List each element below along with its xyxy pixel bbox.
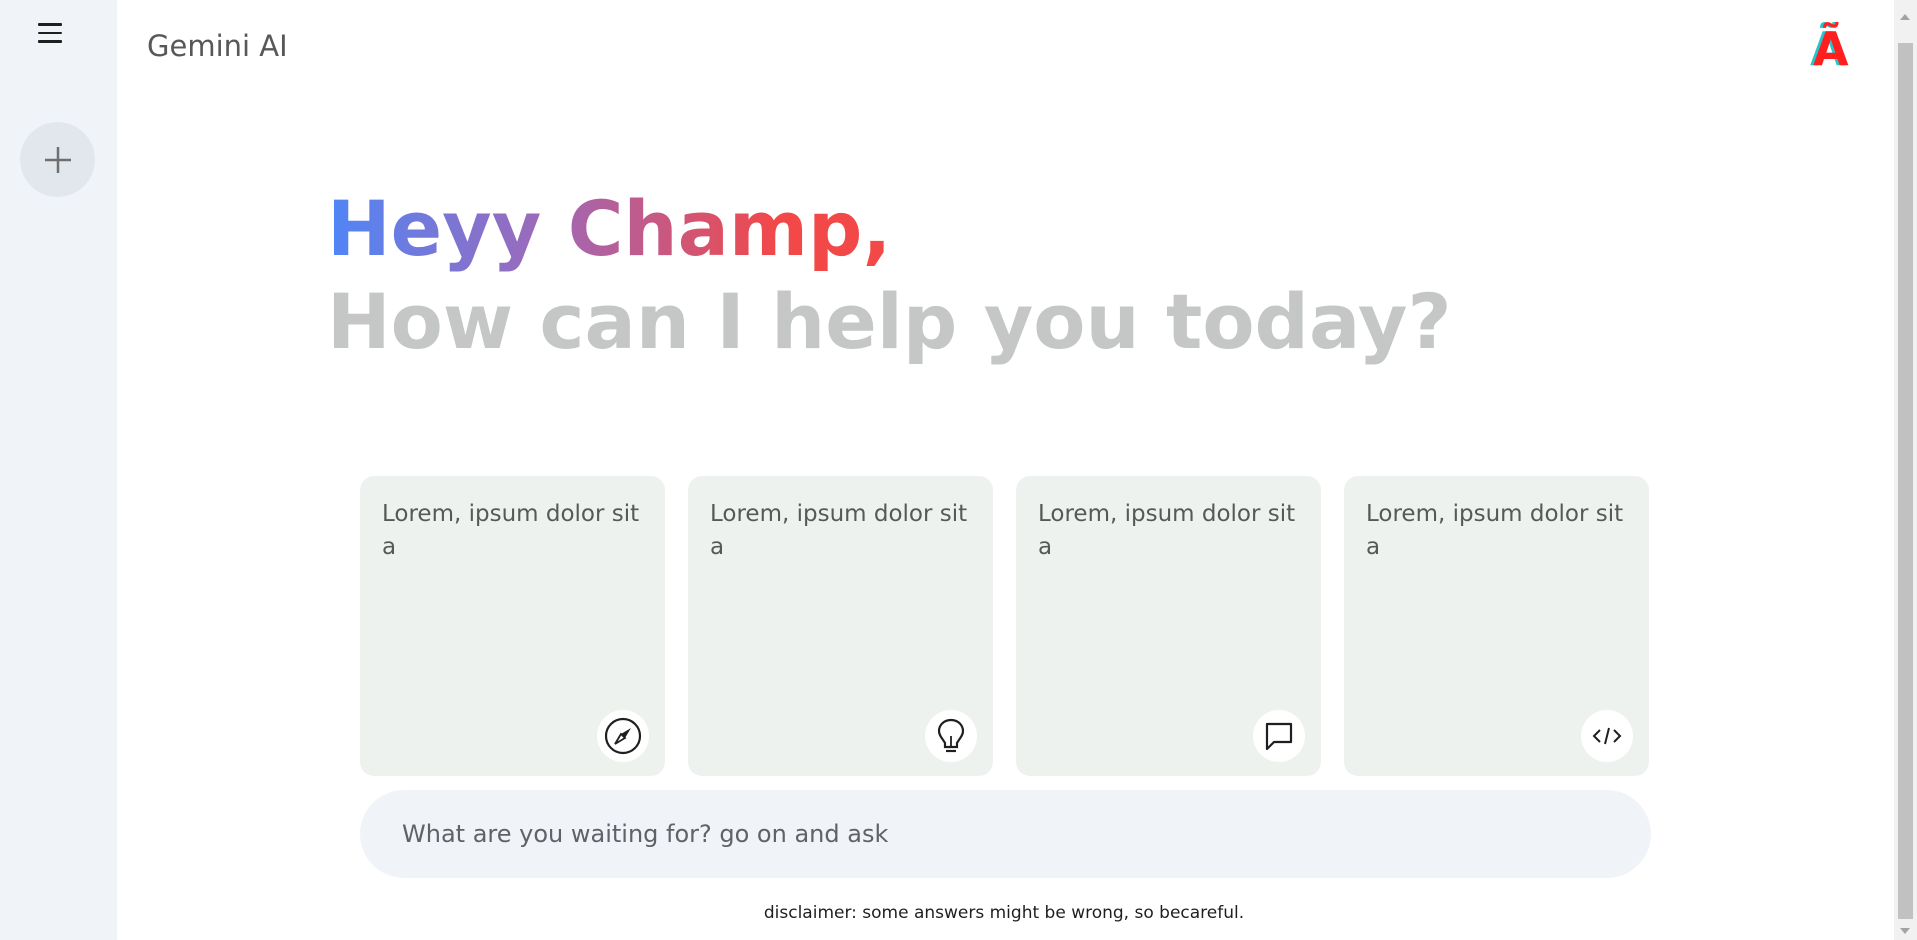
prompt-bar [360, 790, 1651, 878]
menu-icon-bar [38, 31, 62, 35]
bulb-icon [937, 718, 965, 753]
card-icon-wrap [1581, 710, 1633, 762]
code-icon [1592, 727, 1622, 745]
suggestion-cards: Lorem, ipsum dolor sit a Lorem, ipsum do… [360, 476, 1651, 776]
suggestion-card[interactable]: Lorem, ipsum dolor sit a [1344, 476, 1649, 776]
suggestion-card[interactable]: Lorem, ipsum dolor sit a [360, 476, 665, 776]
card-text: Lorem, ipsum dolor sit a [382, 501, 640, 561]
message-icon [1265, 722, 1293, 751]
scroll-thumb[interactable] [1898, 43, 1913, 919]
menu-icon-bar [38, 23, 62, 26]
suggestion-card[interactable]: Lorem, ipsum dolor sit a [688, 476, 993, 776]
scroll-up-icon[interactable] [1900, 14, 1910, 20]
card-text: Lorem, ipsum dolor sit a [1366, 501, 1624, 561]
disclaimer-text: disclaimer: some answers might be wrong,… [763, 903, 1245, 923]
greeting-subtitle: How can I help you today? [327, 276, 1452, 366]
new-chat-button[interactable] [20, 122, 95, 197]
greeting: Heyy Champ, How can I help you today? [327, 180, 1452, 372]
prompt-input[interactable] [402, 820, 1609, 848]
card-text: Lorem, ipsum dolor sit a [1038, 501, 1296, 561]
scrollbar[interactable] [1894, 0, 1917, 940]
menu-icon-bar [38, 40, 62, 43]
menu-button[interactable] [32, 18, 68, 48]
plus-icon [44, 146, 71, 173]
avatar-logo-icon: Ã Ã [1810, 21, 1849, 71]
avatar[interactable]: Ã Ã [1800, 14, 1858, 74]
app-title: Gemini AI [147, 29, 288, 63]
card-icon-wrap [1253, 710, 1305, 762]
card-icon-wrap [597, 710, 649, 762]
sidebar [0, 0, 117, 940]
card-icon-wrap [925, 710, 977, 762]
greeting-hello: Heyy Champ, [327, 180, 891, 279]
compass-icon [604, 717, 642, 755]
suggestion-card[interactable]: Lorem, ipsum dolor sit a [1016, 476, 1321, 776]
svg-text:Ã: Ã [1813, 21, 1849, 71]
card-text: Lorem, ipsum dolor sit a [710, 501, 968, 561]
scroll-down-icon[interactable] [1900, 928, 1910, 934]
